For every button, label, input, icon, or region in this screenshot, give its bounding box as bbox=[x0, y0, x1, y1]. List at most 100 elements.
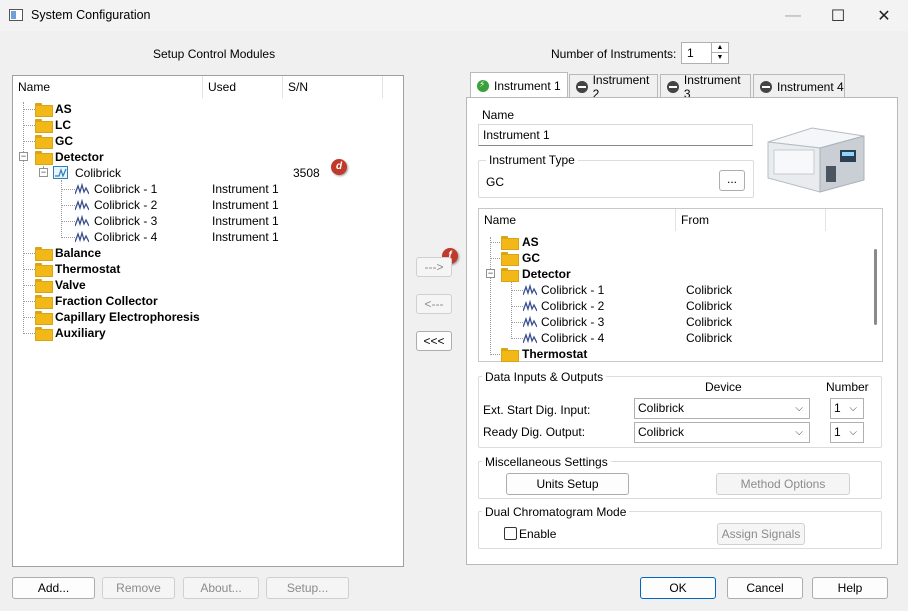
maximize-button[interactable]: ☐ bbox=[815, 0, 861, 31]
select-value: Colibrick bbox=[638, 401, 685, 415]
tree-item-gc[interactable]: GC bbox=[35, 133, 73, 149]
instrument-modules-tree[interactable]: Name From AS GC − Detector Colibrick - 1… bbox=[478, 208, 883, 362]
tree-item-colibrick-3[interactable]: Colibrick - 3 bbox=[523, 314, 604, 330]
tree-item-balance[interactable]: Balance bbox=[35, 245, 101, 261]
tree-item-valve[interactable]: Valve bbox=[35, 277, 86, 293]
tree-item-detector[interactable]: Detector bbox=[501, 266, 571, 282]
tree-item-as[interactable]: AS bbox=[501, 234, 539, 250]
tree-item-colibrick-2[interactable]: Colibrick - 2 bbox=[75, 197, 157, 213]
tree-item-label: Colibrick - 1 bbox=[94, 182, 158, 196]
from-value: Colibrick bbox=[686, 283, 733, 297]
tree-item-label: Capillary Electrophoresis bbox=[55, 310, 200, 324]
close-button[interactable]: ✕ bbox=[861, 0, 907, 31]
tree-item-auxiliary[interactable]: Auxiliary bbox=[35, 325, 106, 341]
tree-item-label: Colibrick - 2 bbox=[541, 299, 605, 313]
tree-item-label: Valve bbox=[55, 278, 86, 292]
dual-chromatogram-title: Dual Chromatogram Mode bbox=[482, 505, 630, 519]
tree-item-fraction-collector[interactable]: Fraction Collector bbox=[35, 293, 158, 309]
from-value: Colibrick bbox=[686, 331, 733, 345]
modules-tree[interactable]: Name Used S/N AS LC GC − Detector − Coli… bbox=[12, 75, 404, 567]
signal-peak-icon bbox=[523, 284, 537, 296]
minimize-button[interactable]: — bbox=[770, 0, 816, 31]
tree-item-colibrick-3[interactable]: Colibrick - 3 bbox=[75, 213, 157, 229]
column-header-sn[interactable]: S/N bbox=[283, 76, 383, 98]
tree-item-colibrick-1[interactable]: Colibrick - 1 bbox=[75, 181, 157, 197]
folder-icon bbox=[501, 252, 519, 266]
spin-up-icon[interactable]: ▲ bbox=[711, 43, 728, 53]
add-to-instrument-button[interactable]: ---> bbox=[416, 257, 452, 277]
tree-item-thermostat[interactable]: Thermostat bbox=[35, 261, 120, 277]
column-header-name[interactable]: Name bbox=[13, 76, 203, 98]
instrument-type-title: Instrument Type bbox=[486, 153, 578, 167]
tree-item-colibrick-4[interactable]: Colibrick - 4 bbox=[523, 330, 604, 346]
enable-checkbox[interactable] bbox=[504, 527, 517, 540]
assign-signals-button[interactable]: Assign Signals bbox=[717, 523, 805, 545]
folder-icon bbox=[35, 327, 53, 341]
tree-item-colibrick-1[interactable]: Colibrick - 1 bbox=[523, 282, 604, 298]
help-button[interactable]: Help bbox=[812, 577, 888, 599]
data-io-title: Data Inputs & Outputs bbox=[482, 370, 607, 384]
spin-down-icon[interactable]: ▼ bbox=[711, 53, 728, 63]
tree-item-label: Colibrick bbox=[75, 166, 122, 180]
tree-item-label: LC bbox=[55, 118, 71, 132]
used-value: Instrument 1 bbox=[212, 182, 279, 196]
column-header-from[interactable]: From bbox=[676, 209, 826, 231]
ok-button[interactable]: OK bbox=[640, 577, 716, 599]
tab-instrument-1[interactable]: Instrument 1 bbox=[470, 72, 568, 98]
setup-button[interactable]: Setup... bbox=[266, 577, 349, 599]
tab-label: Instrument 4 bbox=[777, 79, 844, 94]
scrollbar-thumb[interactable] bbox=[874, 249, 877, 325]
folder-icon bbox=[35, 279, 53, 293]
remove-from-instrument-button[interactable]: <--- bbox=[416, 294, 452, 314]
instrument-type-value: GC bbox=[486, 175, 504, 189]
serial-number: 3508 bbox=[293, 166, 320, 180]
tree-item-label: Auxiliary bbox=[55, 326, 106, 340]
remove-all-button[interactable]: <<< bbox=[416, 331, 452, 351]
tree-item-thermostat[interactable]: Thermostat bbox=[501, 346, 587, 362]
tree-item-as[interactable]: AS bbox=[35, 101, 72, 117]
about-button[interactable]: About... bbox=[183, 577, 259, 599]
browse-instrument-type-button[interactable]: ... bbox=[719, 170, 745, 191]
tree-item-detector[interactable]: Detector bbox=[35, 149, 104, 165]
remove-button[interactable]: Remove bbox=[102, 577, 175, 599]
collapse-icon[interactable]: − bbox=[39, 168, 48, 177]
ready-output-device-select[interactable]: Colibrick ⌵ bbox=[634, 422, 810, 443]
signal-peak-icon bbox=[75, 199, 89, 211]
tree-item-label: Thermostat bbox=[55, 262, 121, 276]
units-setup-button[interactable]: Units Setup bbox=[506, 473, 629, 495]
signal-peak-icon bbox=[523, 300, 537, 312]
from-value: Colibrick bbox=[686, 315, 733, 329]
folder-icon bbox=[35, 295, 53, 309]
tree-item-colibrick-2[interactable]: Colibrick - 2 bbox=[523, 298, 604, 314]
collapse-icon[interactable]: − bbox=[19, 152, 28, 161]
ready-output-number-select[interactable]: 1 ⌵ bbox=[830, 422, 864, 443]
column-header-name[interactable]: Name bbox=[479, 209, 676, 231]
app-icon bbox=[9, 9, 23, 21]
tree-item-colibrick-4[interactable]: Colibrick - 4 bbox=[75, 229, 157, 245]
tab-instrument-3[interactable]: Instrument 3 bbox=[660, 73, 751, 101]
enable-label: Enable bbox=[519, 527, 557, 541]
tree-item-colibrick[interactable]: Colibrick bbox=[53, 165, 313, 181]
inactive-minus-icon bbox=[760, 80, 772, 93]
number-of-instruments-spinner[interactable]: 1 ▲ ▼ bbox=[681, 42, 729, 64]
used-value: Instrument 1 bbox=[212, 198, 279, 212]
column-header-used[interactable]: Used bbox=[203, 76, 283, 98]
ext-start-number-select[interactable]: 1 ⌵ bbox=[830, 398, 864, 419]
select-value: 1 bbox=[834, 401, 841, 415]
tree-item-lc[interactable]: LC bbox=[35, 117, 71, 133]
tree-item-label: AS bbox=[55, 102, 72, 116]
folder-icon bbox=[35, 151, 53, 165]
tree-item-gc[interactable]: GC bbox=[501, 250, 540, 266]
add-button[interactable]: Add... bbox=[12, 577, 95, 599]
tree-item-capillary-electrophoresis[interactable]: Capillary Electrophoresis bbox=[35, 309, 200, 325]
instrument-name-input[interactable]: Instrument 1 bbox=[478, 124, 753, 146]
folder-icon bbox=[501, 348, 519, 362]
tab-instrument-2[interactable]: Instrument 2 bbox=[569, 73, 658, 101]
method-options-button[interactable]: Method Options bbox=[716, 473, 850, 495]
ext-start-device-select[interactable]: Colibrick ⌵ bbox=[634, 398, 810, 419]
ext-start-input-label: Ext. Start Dig. Input: bbox=[483, 403, 591, 417]
cancel-button[interactable]: Cancel bbox=[727, 577, 803, 599]
tab-instrument-4[interactable]: Instrument 4 bbox=[753, 74, 845, 98]
tree-item-label: Thermostat bbox=[522, 347, 588, 361]
collapse-icon[interactable]: − bbox=[486, 269, 495, 278]
